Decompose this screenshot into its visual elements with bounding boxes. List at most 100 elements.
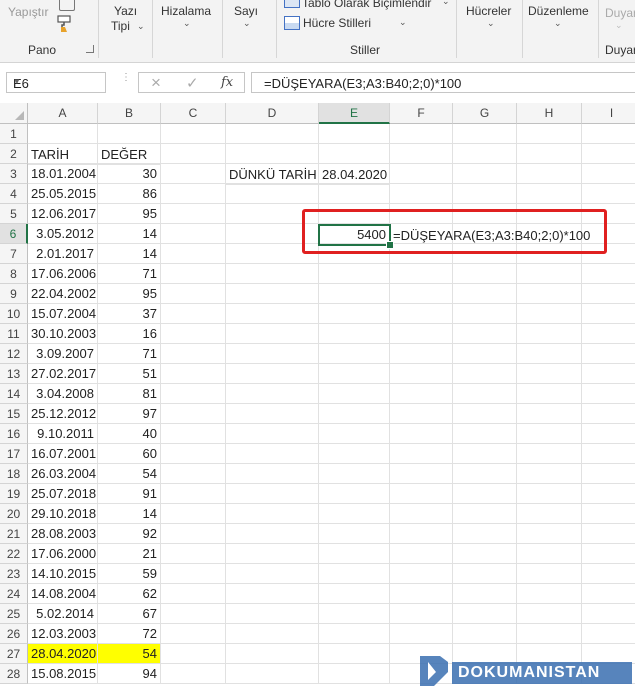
date-cell[interactable]: 25.12.2012 xyxy=(28,404,98,424)
row-header-18[interactable]: 18 xyxy=(0,464,28,484)
grid-cell[interactable] xyxy=(453,404,517,424)
date-cell[interactable]: 17.06.2006 xyxy=(28,264,98,284)
grid-cell[interactable] xyxy=(161,604,226,624)
value-cell[interactable]: 94 xyxy=(98,664,161,684)
grid-cell[interactable] xyxy=(390,404,453,424)
lookup-label-cell[interactable]: DÜNKÜ TARİH xyxy=(226,165,319,185)
grid-cell[interactable] xyxy=(582,544,635,564)
grid-cell[interactable] xyxy=(453,384,517,404)
grid-cell[interactable] xyxy=(226,624,319,644)
grid-cell[interactable] xyxy=(226,504,319,524)
grid-cell[interactable] xyxy=(319,464,390,484)
cells-button[interactable]: Hücreler ⌄ xyxy=(462,0,518,40)
date-cell[interactable]: 16.07.2001 xyxy=(28,444,98,464)
value-cell[interactable]: 92 xyxy=(98,524,161,544)
grid-cell[interactable] xyxy=(582,444,635,464)
column-header-b[interactable]: B xyxy=(98,103,161,124)
value-cell[interactable]: 14 xyxy=(98,244,161,264)
grid-cell[interactable] xyxy=(453,284,517,304)
value-cell[interactable]: 72 xyxy=(98,624,161,644)
grid-cell[interactable] xyxy=(319,604,390,624)
grid-cell[interactable] xyxy=(517,124,582,144)
grid-cell[interactable] xyxy=(582,344,635,364)
column-header-e[interactable]: E xyxy=(319,103,390,124)
grid-cell[interactable] xyxy=(319,644,390,664)
grid-cell[interactable] xyxy=(453,604,517,624)
grid-cell[interactable] xyxy=(453,124,517,144)
grid-cell[interactable] xyxy=(582,504,635,524)
format-as-table-button[interactable]: Tablo Olarak Biçimlendir ⌄ xyxy=(282,0,452,12)
row-header-17[interactable]: 17 xyxy=(0,444,28,464)
grid-cell[interactable] xyxy=(517,344,582,364)
grid-cell[interactable] xyxy=(390,384,453,404)
grid-cell[interactable] xyxy=(319,524,390,544)
grid-cell[interactable] xyxy=(390,284,453,304)
column-header-a[interactable]: A xyxy=(28,103,98,124)
grid-cell[interactable] xyxy=(161,584,226,604)
row-header-9[interactable]: 9 xyxy=(0,284,28,304)
grid-cell[interactable] xyxy=(517,504,582,524)
grid-cell[interactable] xyxy=(226,184,319,204)
cell-a2-header[interactable]: TARİH xyxy=(28,145,98,165)
grid-cell[interactable] xyxy=(226,524,319,544)
value-cell[interactable]: 37 xyxy=(98,304,161,324)
grid-cell[interactable] xyxy=(226,384,319,404)
sensitivity-button[interactable]: Duyar ⌄ xyxy=(603,0,635,40)
name-box[interactable]: E6 ▼ xyxy=(6,72,106,93)
grid-cell[interactable] xyxy=(453,144,517,164)
value-cell[interactable]: 14 xyxy=(98,224,161,244)
value-cell[interactable]: 81 xyxy=(98,384,161,404)
grid-cell[interactable] xyxy=(453,364,517,384)
grid-cell[interactable] xyxy=(390,164,453,184)
row-header-23[interactable]: 23 xyxy=(0,564,28,584)
grid-cell[interactable] xyxy=(28,124,98,144)
grid-cell[interactable] xyxy=(319,284,390,304)
row-header-1[interactable]: 1 xyxy=(0,124,28,144)
date-cell[interactable]: 25.07.2018 xyxy=(28,484,98,504)
grid-cell[interactable] xyxy=(582,144,635,164)
row-header-12[interactable]: 12 xyxy=(0,344,28,364)
enter-icon[interactable]: ✓ xyxy=(186,74,199,92)
row-header-8[interactable]: 8 xyxy=(0,264,28,284)
clipboard-dialog-launcher-icon[interactable] xyxy=(86,45,94,53)
grid-cell[interactable] xyxy=(453,564,517,584)
row-header-16[interactable]: 16 xyxy=(0,424,28,444)
grid-cell[interactable] xyxy=(453,544,517,564)
number-format-button[interactable]: Sayı ⌄ xyxy=(228,0,268,40)
grid-cell[interactable] xyxy=(390,124,453,144)
grid-cell[interactable] xyxy=(226,444,319,464)
grid-cell[interactable] xyxy=(226,404,319,424)
grid-cell[interactable] xyxy=(161,464,226,484)
grid-cell[interactable] xyxy=(161,504,226,524)
grid-cell[interactable] xyxy=(582,404,635,424)
grid-cell[interactable] xyxy=(453,184,517,204)
grid-cell[interactable] xyxy=(390,424,453,444)
value-cell[interactable]: 30 xyxy=(98,164,161,184)
grid-cell[interactable] xyxy=(453,484,517,504)
grid-cell[interactable] xyxy=(161,564,226,584)
grid-cell[interactable] xyxy=(582,564,635,584)
grid-cell[interactable] xyxy=(161,424,226,444)
value-cell[interactable]: 71 xyxy=(98,344,161,364)
font-type-button[interactable]: Yazı Tipi ⌄ xyxy=(104,0,145,40)
column-header-h[interactable]: H xyxy=(517,103,582,124)
grid-cell[interactable] xyxy=(517,184,582,204)
grid-cell[interactable] xyxy=(319,544,390,564)
grid-cell[interactable] xyxy=(517,144,582,164)
grid-cell[interactable] xyxy=(517,304,582,324)
date-cell[interactable]: 25.05.2015 xyxy=(28,184,98,204)
grid-cell[interactable] xyxy=(319,324,390,344)
grid-cell[interactable] xyxy=(161,344,226,364)
grid-cell[interactable] xyxy=(517,164,582,184)
grid-cell[interactable] xyxy=(319,344,390,364)
date-cell[interactable]: 14.10.2015 xyxy=(28,564,98,584)
grid-cell[interactable] xyxy=(319,144,390,164)
value-cell[interactable]: 62 xyxy=(98,584,161,604)
grid-cell[interactable] xyxy=(226,284,319,304)
grid-cell[interactable] xyxy=(582,624,635,644)
row-header-20[interactable]: 20 xyxy=(0,504,28,524)
date-cell[interactable]: 26.03.2004 xyxy=(28,464,98,484)
grid-cell[interactable] xyxy=(517,604,582,624)
date-cell[interactable]: 5.02.2014 xyxy=(28,604,98,624)
grid-cell[interactable] xyxy=(226,584,319,604)
